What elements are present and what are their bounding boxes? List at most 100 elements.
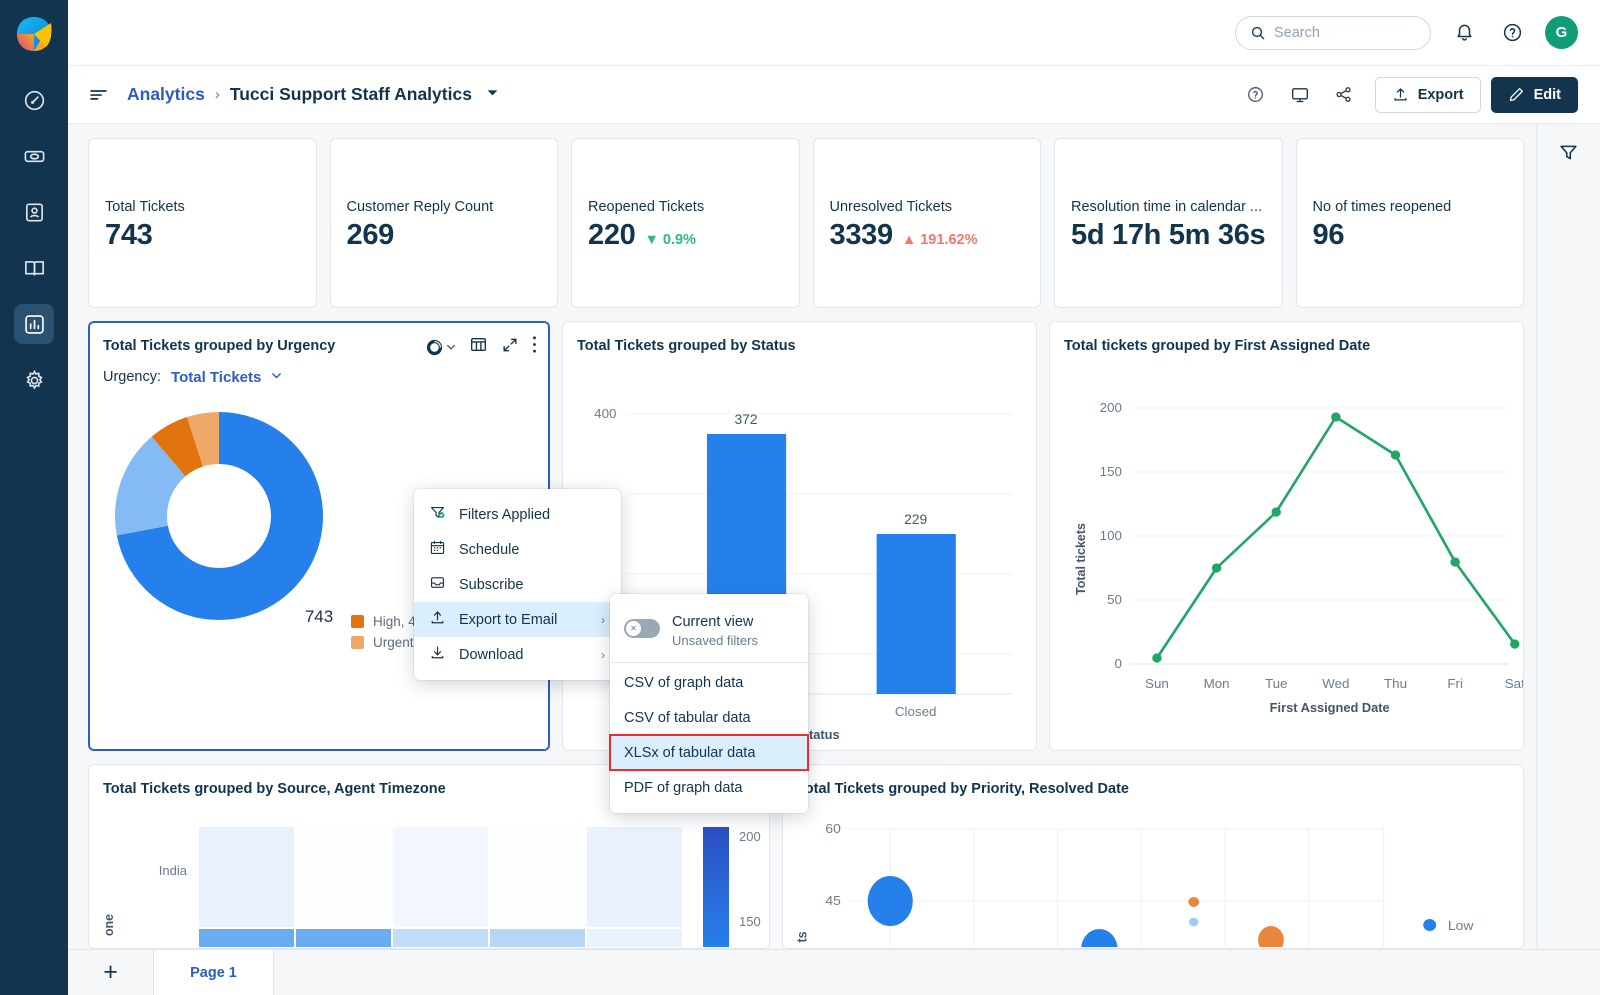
kpi-delta: ▼ 0.9% [645,232,696,248]
search-box[interactable] [1235,16,1431,50]
svg-text:100: 100 [1100,528,1122,543]
dashboard-header: Analytics › Tucci Support Staff Analytic… [68,66,1600,124]
line-point-sat [1510,639,1519,648]
filters-rail [1536,124,1600,949]
heatmap-scale-tick: 150 [739,914,761,929]
kpi-card[interactable]: Resolution time in calendar ... 5d 17h 5… [1054,138,1283,308]
donut-center-total: 743 [305,607,333,627]
line-chart: 200 150 100 50 0 Total tickets [1050,354,1523,749]
header-help-button[interactable] [1241,80,1271,110]
kpi-card[interactable]: Reopened Tickets 220 ▼ 0.9% [571,138,800,308]
global-topbar: G [68,0,1600,66]
heatmap-cell [490,827,585,927]
x-tick-label: Sun [1145,676,1169,691]
line-point-sun [1152,653,1161,662]
x-tick-label: Tue [1265,676,1288,691]
caret-down-icon[interactable] [486,86,499,104]
kpi-card[interactable]: No of times reopened 96 [1296,138,1525,308]
sidebar-item-tickets[interactable] [14,136,54,176]
widget-tickets-by-first-assigned-date[interactable]: Total tickets grouped by First Assigned … [1049,321,1524,751]
app-root: G Analytics › Tucci Support Staff Analyt… [0,0,1600,995]
submenu-item-csv-tabular[interactable]: CSV of tabular data [610,700,808,735]
current-view-toggle[interactable]: ✕ [624,619,660,638]
kpi-card[interactable]: Total Tickets 743 [88,138,317,308]
sidebar-item-analytics[interactable] [14,304,54,344]
add-page-button[interactable]: + [68,950,154,995]
submenu-item-pdf-graph[interactable]: PDF of graph data [610,770,808,805]
page-tab-page-1[interactable]: Page 1 [154,950,274,995]
sidebar-item-contacts[interactable] [14,192,54,232]
kpi-label: Reopened Tickets [588,199,783,215]
question-circle-icon [1502,22,1523,43]
notifications-button[interactable] [1449,18,1479,48]
submenu-item-csv-graph[interactable]: CSV of graph data [610,665,808,700]
main-area: G Analytics › Tucci Support Staff Analyt… [68,0,1600,995]
kpi-value: 220 [588,219,636,252]
divider [610,662,808,663]
menu-item-schedule[interactable]: Schedule [414,532,621,567]
heatmap-cell [199,827,294,927]
search-icon [1250,25,1266,41]
avatar[interactable]: G [1545,16,1578,49]
legend-label: Low [1448,918,1474,932]
bar-data-label: 372 [734,412,757,427]
share-button[interactable] [1329,80,1359,110]
breadcrumb-separator: › [215,86,220,103]
kpi-delta: ▲ 191.62% [902,232,978,248]
menu-item-label: Download [459,647,524,663]
kpi-card[interactable]: Unresolved Tickets 3339 ▲ 191.62% [813,138,1042,308]
kpi-label: Unresolved Tickets [830,199,1025,215]
line-point-tue [1271,507,1280,516]
menu-item-download[interactable]: Download › [414,637,621,672]
sidebar-item-solutions[interactable] [14,248,54,288]
kpi-row: Total Tickets 743 Customer Reply Count 2… [88,138,1524,308]
kpi-card[interactable]: Customer Reply Count 269 [330,138,559,308]
urgency-filter-value[interactable]: Total Tickets [171,369,261,386]
expand-icon[interactable] [501,336,519,359]
filter-applied-icon [429,504,446,525]
bar-closed [877,534,956,694]
sidebar-item-dashboard[interactable] [14,80,54,120]
edit-button[interactable]: Edit [1491,77,1578,113]
x-toggle-icon: ✕ [626,621,641,636]
x-tick-label: Fri [1447,676,1463,691]
menu-item-filters-applied[interactable]: Filters Applied [414,497,621,532]
export-to-email-submenu[interactable]: ✕ Current view Unsaved filters CSV of gr… [610,594,808,813]
more-options-icon[interactable] [532,335,537,359]
heatmap-cell [393,827,488,927]
presentation-mode-button[interactable] [1285,80,1315,110]
widget-title: Total Tickets grouped by Priority, Resol… [783,765,1523,797]
chevron-right-icon: › [601,613,605,627]
kpi-label: Customer Reply Count [347,199,542,215]
breadcrumb-analytics[interactable]: Analytics [127,84,205,105]
kpi-label: Total Tickets [105,199,300,215]
line-point-wed [1331,412,1340,421]
menu-item-export-to-email[interactable]: Export to Email › [414,602,621,637]
widget-tickets-by-priority-resolved-date[interactable]: Total Tickets grouped by Priority, Resol… [782,764,1524,949]
donut-chart-type-icon[interactable] [426,339,456,356]
chevron-down-icon[interactable] [271,368,282,386]
menu-item-subscribe[interactable]: Subscribe [414,567,621,602]
hamburger-icon[interactable] [88,84,109,105]
calendar-icon [429,539,446,560]
freshworks-logo-icon[interactable] [12,12,56,56]
heatmap-color-scale [703,827,729,947]
share-icon [1334,85,1353,104]
funnel-icon[interactable] [1558,142,1579,949]
search-input[interactable] [1274,25,1414,41]
sidebar-item-admin[interactable] [14,360,54,400]
edit-label: Edit [1534,87,1561,103]
table-view-icon[interactable] [469,335,488,359]
kpi-label: No of times reopened [1313,199,1508,215]
widget-context-menu[interactable]: Filters Applied Schedule [414,489,621,680]
pencil-icon [1508,86,1525,103]
download-icon [429,644,446,665]
submenu-item-xlsx-tabular[interactable]: XLSx of tabular data [610,735,808,770]
widget-title: Total tickets grouped by First Assigned … [1050,322,1523,354]
heatmap-cell [587,827,682,927]
current-view-toggle-row[interactable]: ✕ Current view Unsaved filters [610,602,808,660]
help-button[interactable] [1497,18,1527,48]
heatmap-cell [393,929,488,947]
svg-text:150: 150 [1100,464,1122,479]
export-button[interactable]: Export [1375,77,1481,113]
